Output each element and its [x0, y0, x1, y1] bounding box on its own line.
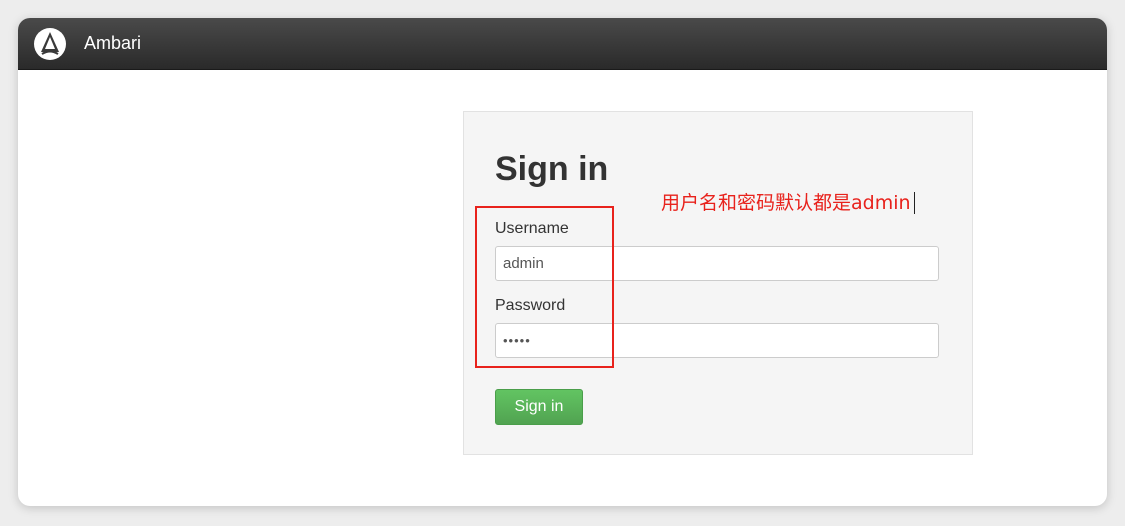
annotation-note: 用户名和密码默认都是admin	[661, 192, 915, 214]
username-label: Username	[495, 220, 569, 237]
password-label: Password	[495, 297, 566, 314]
signin-panel: Sign in 用户名和密码默认都是admin Username Passwor…	[463, 111, 973, 455]
browser-window: Ambari Sign in 用户名和密码默认都是admin Username …	[18, 18, 1107, 506]
username-input[interactable]	[495, 246, 939, 281]
signin-button[interactable]: Sign in	[495, 389, 583, 425]
password-input[interactable]	[495, 323, 939, 358]
ambari-logo-icon[interactable]	[33, 27, 67, 61]
signin-title: Sign in	[495, 150, 609, 188]
top-navbar: Ambari	[18, 18, 1107, 70]
brand-name[interactable]: Ambari	[84, 33, 141, 53]
